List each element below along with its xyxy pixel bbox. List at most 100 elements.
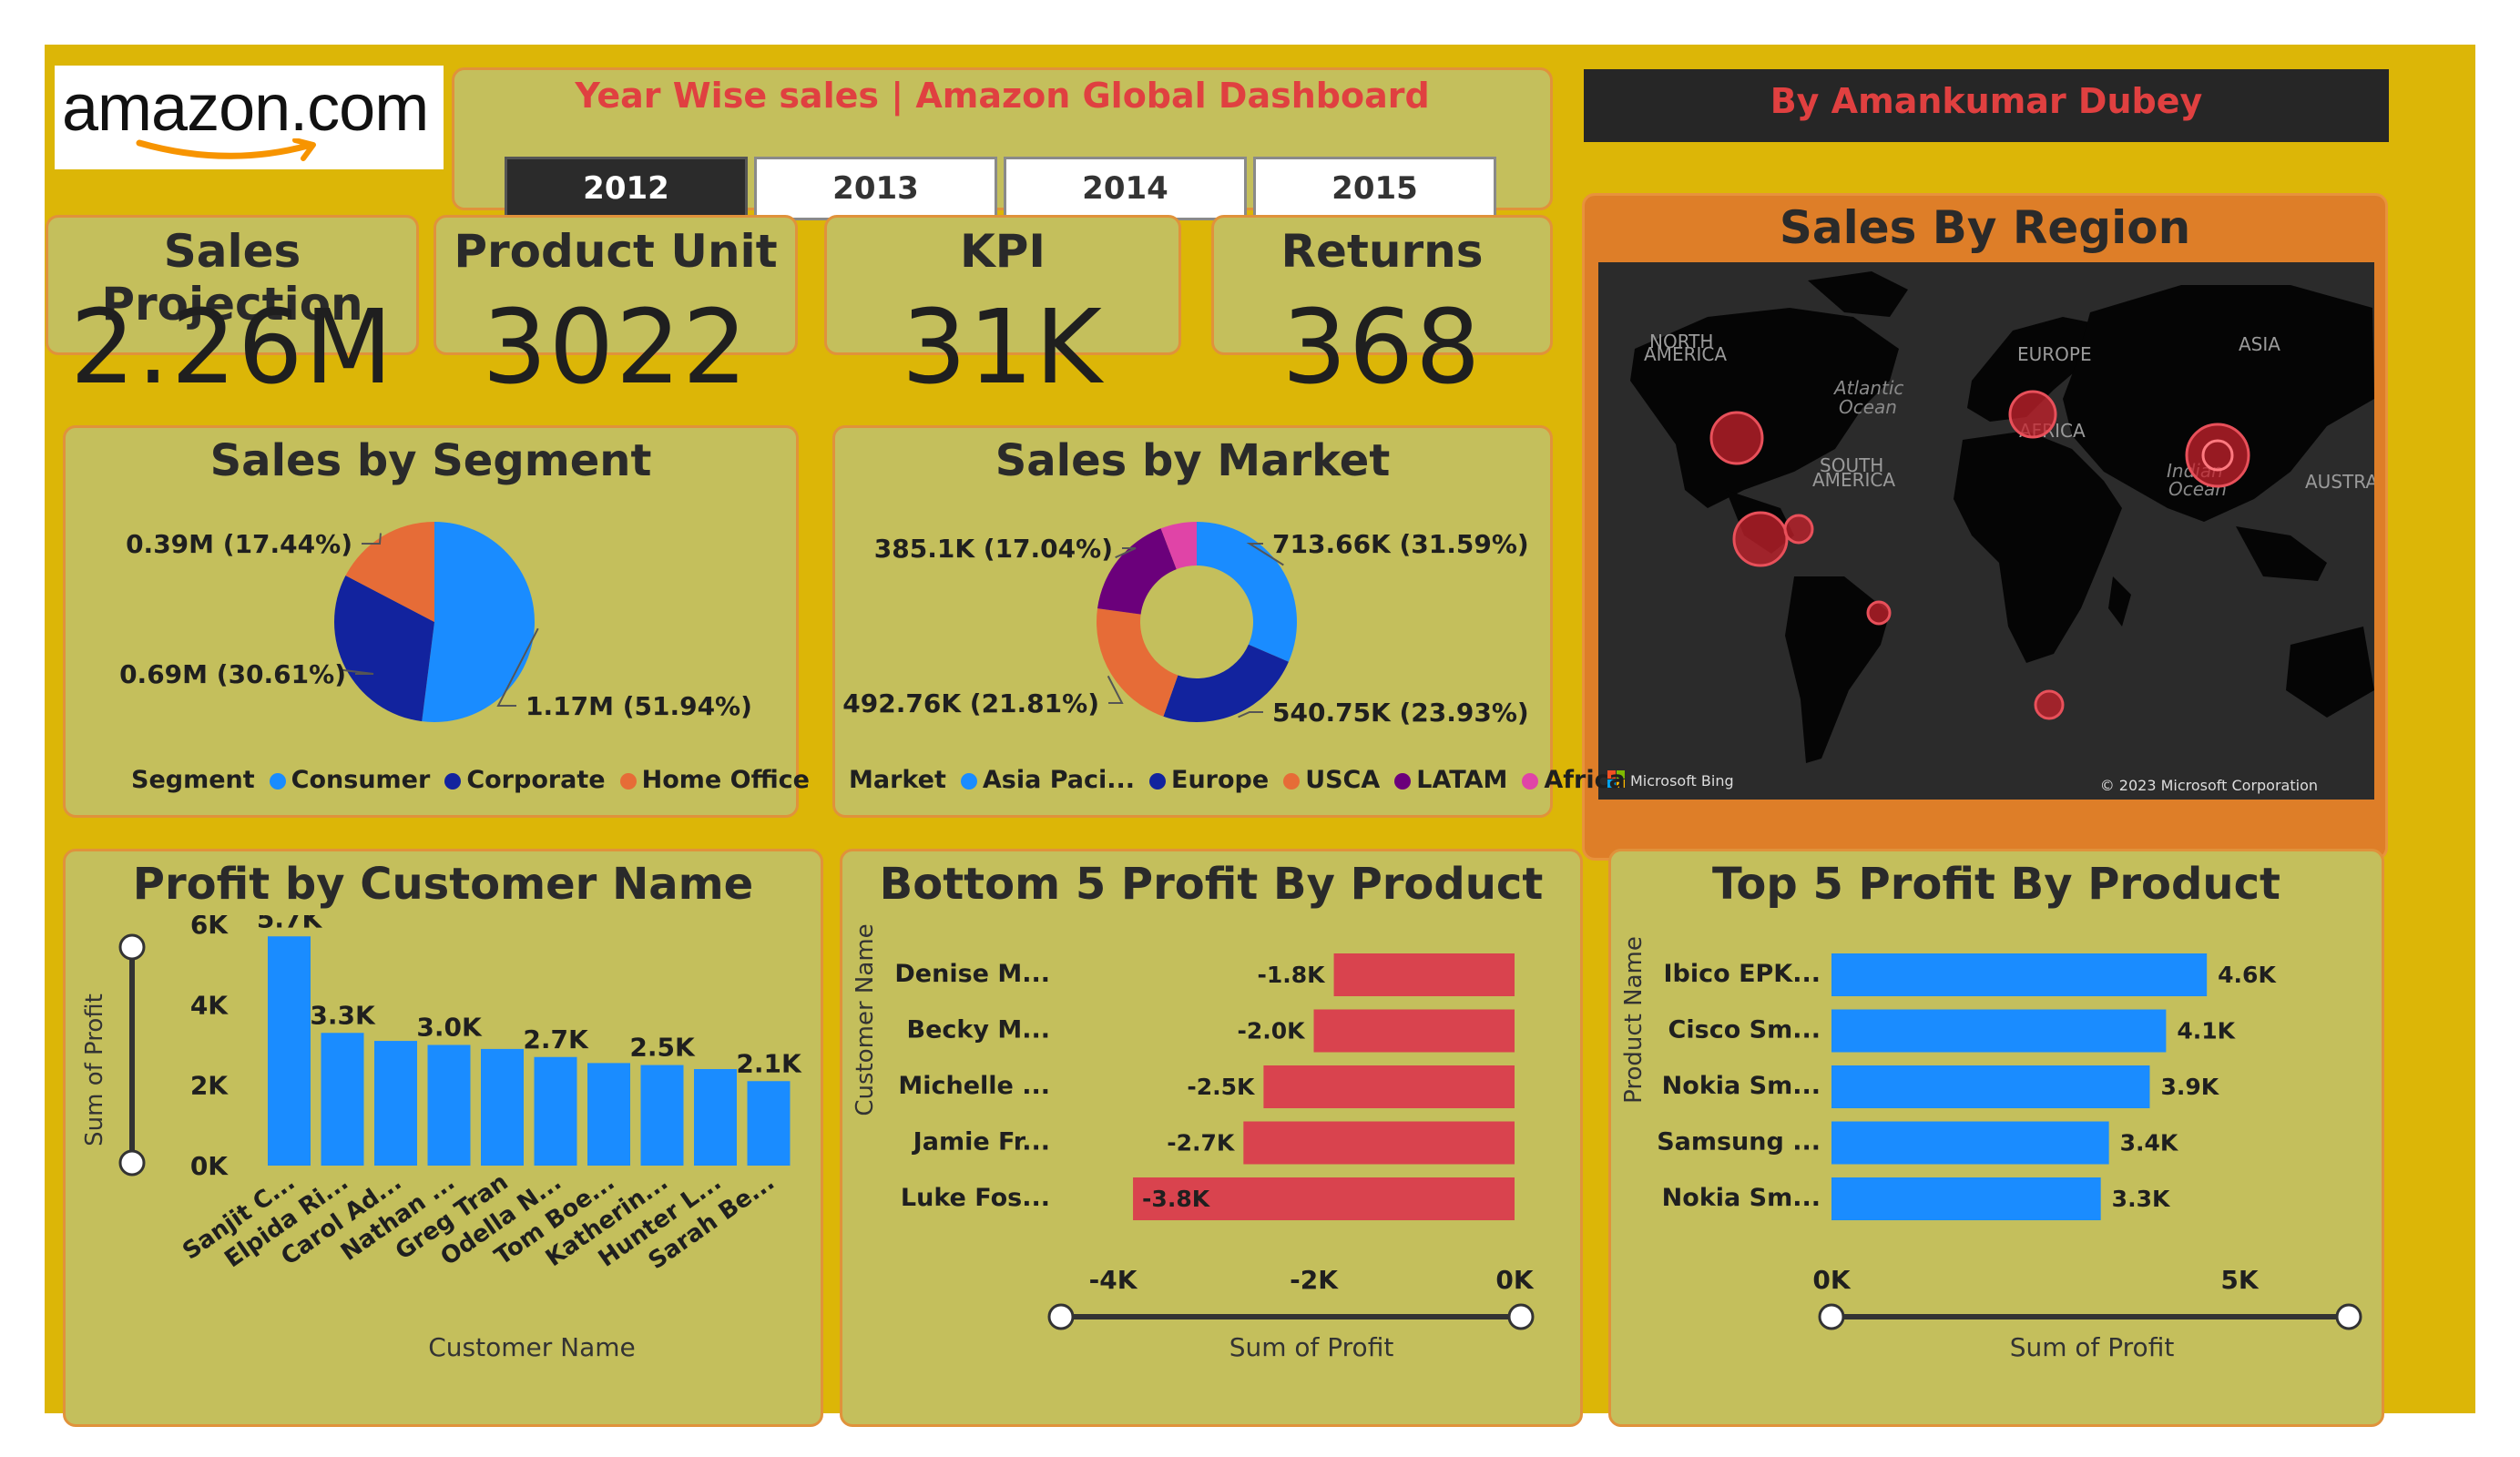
- bar-7: [587, 1063, 630, 1166]
- legend-swatch: [960, 772, 977, 790]
- map-label-europe: EUROPE: [2017, 343, 2092, 365]
- range-slider-handle-left: [1818, 1303, 1845, 1330]
- customer-bar-chart[interactable]: Sum of Profit0K2K4K6K 5.7KSanjit C...3.3K…: [66, 915, 821, 1425]
- y-tick-label: Nokia Sm...: [1662, 1072, 1821, 1100]
- pie-data-label: 0.39M (17.44%): [126, 529, 352, 559]
- pie-slice-1: [422, 522, 536, 722]
- map-bubble-caribbean: [1783, 514, 1814, 545]
- segment-pie-chart[interactable]: 1.17M (51.94%) 0.69M (30.61%) 0.39M (17.44…: [66, 492, 796, 747]
- map-bubble-south-america: [1866, 600, 1892, 626]
- map-bubble-africa-south: [2034, 689, 2065, 720]
- year-button-2012[interactable]: 2012: [505, 157, 748, 220]
- legend-swatch: [1394, 772, 1412, 790]
- map-title: Sales By Region: [1779, 201, 2191, 254]
- pie-slice-2: [1163, 644, 1289, 722]
- pie-data-label: 540.75K (23.93%): [1272, 698, 1529, 728]
- bar-data-label: -2.7K: [1167, 1130, 1236, 1156]
- legend-item[interactable]: USCA: [1305, 766, 1380, 794]
- bar-4: [427, 1044, 471, 1166]
- bar-5: [481, 1048, 524, 1166]
- hbar-2: [1313, 1009, 1515, 1053]
- author-banner: By Amankumar Dubey: [1584, 69, 2389, 142]
- bar-data-label: 3.3K: [2112, 1186, 2171, 1212]
- kpi-value: 368: [1281, 289, 1483, 407]
- range-slider-handle-top: [118, 933, 146, 961]
- pie-data-label: 492.76K (21.81%): [842, 688, 1099, 718]
- legend-swatch: [444, 772, 462, 790]
- y-tick-label: Michelle ...: [898, 1072, 1050, 1100]
- sales-by-segment-card: Sales by Segment 1.17M (51.94%) 0.69M (30…: [63, 425, 810, 818]
- kpi-card-product-unit: Product Unit 3022: [434, 215, 798, 407]
- map-bing-text: Microsoft Bing: [1630, 772, 1734, 790]
- legend-title: Market: [849, 766, 946, 794]
- bar-3: [374, 1041, 417, 1166]
- map-copyright: © 2023 Microsoft Corporation: [2100, 777, 2318, 794]
- sales-by-market-card: Sales by Market 713.66K (31.59%) 540.75K …: [832, 425, 1626, 818]
- map-label-australia: AUSTRA: [2305, 471, 2374, 493]
- pie-slice-3: [1097, 608, 1178, 717]
- x-axis-title: Customer Name: [428, 1332, 636, 1362]
- world-map[interactable]: NORTH AMERICA EUROPE ASIA Atlantic Ocean…: [1598, 262, 2374, 800]
- legend-item[interactable]: Home Office: [642, 766, 810, 794]
- y-tick-label: Ibico EPK...: [1663, 960, 1821, 988]
- legend-item[interactable]: Europe: [1171, 766, 1269, 794]
- y-tick-label: 0K: [190, 1151, 229, 1181]
- pie-data-label: 0.69M (30.61%): [119, 659, 346, 689]
- bar-data-label: 2.5K: [629, 1033, 696, 1063]
- bar-2: [321, 1033, 364, 1166]
- y-tick-label: Samsung ...: [1657, 1128, 1821, 1156]
- x-tick-label: 5K: [2220, 1265, 2259, 1295]
- pie-leader-line: [1238, 711, 1263, 718]
- pie-data-label: 385.1K (17.04%): [874, 534, 1113, 564]
- kpi-card-sales-projection: Sales Projection 2.26M: [46, 215, 419, 407]
- amazon-logo: amazon.com: [55, 66, 444, 169]
- y-tick-label: 2K: [190, 1071, 229, 1101]
- kpi-card-kpi: KPI 31K: [824, 215, 1181, 407]
- legend-item[interactable]: Asia Paci...: [983, 766, 1135, 794]
- y-tick-label: Becky M...: [907, 1016, 1051, 1044]
- hbar-4: [1243, 1121, 1515, 1165]
- hbar-5: [1831, 1177, 2101, 1220]
- top5-profit-card: Top 5 Profit By Product Product Name Ibic…: [1608, 849, 2384, 1427]
- x-tick-label: 0K: [1495, 1265, 1534, 1295]
- legend-item[interactable]: Africa: [1544, 766, 1625, 794]
- bar-data-label: 3.9K: [2160, 1074, 2219, 1100]
- chart-title: Sales by Segment: [209, 435, 652, 486]
- top5-bar-chart[interactable]: Product Name Ibico EPK... 4.6K Cisco Sm... 4…: [1611, 915, 2382, 1425]
- kpi-value: 3022: [482, 289, 750, 407]
- year-button-2014[interactable]: 2014: [1004, 157, 1247, 220]
- legend-item[interactable]: Corporate: [466, 766, 605, 794]
- bar-data-label: 5.7K: [257, 915, 323, 933]
- bottom5-profit-card: Bottom 5 Profit By Product Customer Name…: [840, 849, 1583, 1427]
- bar-data-label: -1.8K: [1258, 962, 1327, 988]
- legend-item[interactable]: LATAM: [1416, 766, 1507, 794]
- hbar-3: [1263, 1065, 1515, 1108]
- hbar-3: [1831, 1065, 2150, 1108]
- year-button-2013[interactable]: 2013: [754, 157, 997, 220]
- pie-data-label: 713.66K (31.59%): [1272, 529, 1529, 559]
- map-label-south-america-2: AMERICA: [1812, 469, 1895, 491]
- map-bubble-asia: [2185, 423, 2250, 488]
- y-tick-label: 6K: [190, 915, 229, 940]
- bar-10: [747, 1081, 791, 1166]
- bar-data-label: -2.5K: [1187, 1074, 1256, 1100]
- legend-swatch: [1283, 772, 1301, 790]
- year-button-2015[interactable]: 2015: [1253, 157, 1496, 220]
- bar-8: [640, 1065, 684, 1166]
- dashboard-canvas: amazon.com Year Wise sales | Amazon Glob…: [45, 45, 2475, 1427]
- map-label-atlantic-2: Ocean: [1839, 396, 1897, 418]
- x-tick-label: -4K: [1089, 1265, 1138, 1295]
- market-donut-chart[interactable]: 713.66K (31.59%) 540.75K (23.93%) 492.76K …: [835, 492, 1550, 747]
- market-legend: Market Asia Paci... Europe USCA LATAM Africa: [849, 766, 1626, 794]
- sales-by-region-card: Sales By Region NORTH AMERICA EUROPE ASI…: [1582, 193, 2388, 861]
- kpi-label: Returns: [1280, 225, 1484, 278]
- bar-9: [694, 1069, 737, 1166]
- legend-swatch: [1522, 772, 1539, 790]
- legend-item[interactable]: Consumer: [291, 766, 431, 794]
- bottom5-bar-chart[interactable]: Customer Name Denise M... -1.8K Becky M... -…: [842, 915, 1580, 1425]
- bar-data-label: -2.0K: [1237, 1018, 1306, 1044]
- bar-data-label: 2.7K: [523, 1024, 589, 1055]
- range-slider-handle-bottom: [118, 1149, 146, 1177]
- bar-data-label: 2.1K: [736, 1048, 802, 1078]
- map-bubble-north-america: [1709, 411, 1764, 465]
